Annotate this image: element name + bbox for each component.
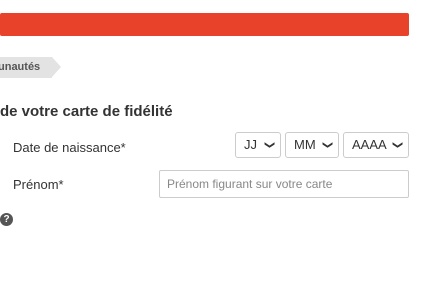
brand-bar xyxy=(0,13,409,36)
chevron-down-icon: ❯ xyxy=(263,140,275,150)
firstname-placeholder: Prénom figurant sur votre carte xyxy=(167,177,333,191)
breadcrumb-communities-tab[interactable]: unautés xyxy=(0,57,61,78)
chevron-down-icon: ❯ xyxy=(391,140,403,150)
birth-month-select[interactable]: MM ❯ xyxy=(285,132,339,158)
birth-day-value: JJ xyxy=(244,137,257,152)
birth-year-select[interactable]: AAAA ❯ xyxy=(343,132,409,158)
firstname-label: Prénom* xyxy=(13,177,64,192)
question-circle-icon[interactable]: ? xyxy=(0,213,13,226)
birthdate-label: Date de naissance* xyxy=(13,140,126,155)
birth-month-value: MM xyxy=(294,137,316,152)
section-title: de votre carte de fidélité xyxy=(0,103,173,120)
firstname-input[interactable]: Prénom figurant sur votre carte xyxy=(159,170,409,198)
breadcrumb-label: unautés xyxy=(0,61,41,73)
birth-day-select[interactable]: JJ ❯ xyxy=(235,132,281,158)
birth-year-value: AAAA xyxy=(352,137,387,152)
chevron-down-icon: ❯ xyxy=(321,140,333,150)
